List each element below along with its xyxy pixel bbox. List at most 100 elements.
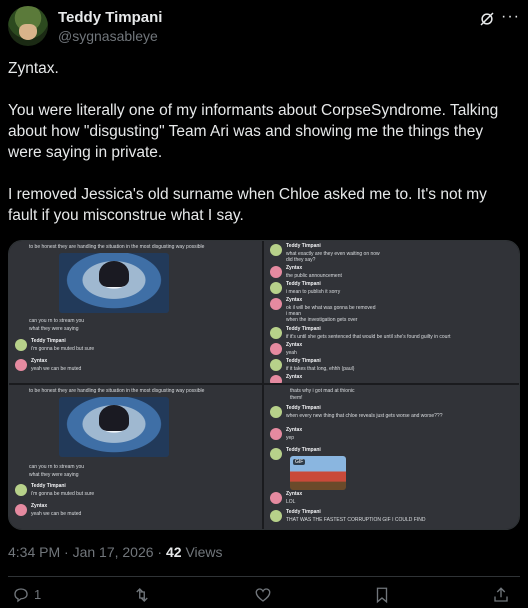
- username: Teddy Timpani: [286, 358, 321, 364]
- avatar: [270, 448, 282, 460]
- screenshot-2[interactable]: Teddy Timpani what exactly are they even…: [264, 241, 519, 383]
- message-text: i'm gonna be muted but sure: [31, 346, 95, 352]
- avatar: [270, 282, 282, 294]
- gif-image: GIF: [290, 456, 346, 490]
- message: Teddy Timpani when every new thing that …: [270, 405, 510, 427]
- author-handle[interactable]: @sygnasableye: [58, 28, 158, 44]
- embedded-image: [59, 397, 169, 457]
- reply-button[interactable]: 1: [12, 586, 41, 608]
- username: Zyntax: [31, 503, 48, 509]
- share-button[interactable]: [492, 586, 510, 608]
- message-text: to be honest they are handling the situa…: [29, 388, 205, 394]
- message-text: yeah we can be muted: [31, 511, 82, 517]
- avatar: [270, 428, 282, 440]
- message-text: to be honest they are handling the situa…: [29, 244, 205, 250]
- avatar: [270, 298, 282, 310]
- avatar: [15, 339, 27, 351]
- username: Zyntax: [286, 342, 303, 348]
- avatar[interactable]: [8, 6, 48, 46]
- message: Teddy Timpani i'm gonna be muted but sur…: [15, 338, 255, 360]
- message-text: can you rn to stream you: [29, 318, 85, 324]
- message-text: what they were saying: [29, 472, 79, 478]
- message-text: what they were saying: [29, 326, 79, 332]
- divider: [8, 576, 520, 577]
- avatar: [270, 510, 282, 522]
- avatar: [15, 484, 27, 496]
- tweet-meta: 4:34 PM · Jan 17, 2026 · 42 Views: [8, 544, 223, 560]
- heart-icon: [254, 588, 272, 608]
- media-grid[interactable]: to be honest they are handling the situa…: [8, 240, 520, 530]
- username: Teddy Timpani: [286, 243, 321, 249]
- share-icon: [492, 587, 510, 608]
- username: Teddy Timpani: [286, 281, 321, 287]
- repost-button[interactable]: [132, 586, 152, 608]
- message-text: when the investigation gets over: [286, 317, 358, 323]
- username: Zyntax: [286, 491, 303, 497]
- screenshot-1[interactable]: to be honest they are handling the situa…: [9, 241, 262, 383]
- username: Teddy Timpani: [286, 509, 321, 515]
- message-text: when every new thing that chloe reveals …: [286, 413, 443, 419]
- username: Teddy Timpani: [31, 338, 66, 344]
- message: Teddy Timpani what exactly are they even…: [270, 243, 510, 265]
- avatar: [270, 375, 282, 383]
- username: Zyntax: [286, 297, 303, 303]
- message: Zyntax ok il will be what was gonna be r…: [270, 297, 510, 323]
- message-text: can you rn to stream you: [29, 464, 85, 470]
- views-label: Views: [181, 544, 223, 560]
- username: Zyntax: [286, 374, 303, 380]
- username: Teddy Timpani: [286, 447, 321, 453]
- avatar: [270, 327, 282, 339]
- tweet-text: Zyntax. You were literally one of my inf…: [8, 60, 499, 224]
- like-button[interactable]: [254, 586, 272, 608]
- avatar: [270, 266, 282, 278]
- reply-count: 1: [34, 587, 42, 602]
- bookmark-icon: [374, 587, 390, 608]
- more-icon[interactable]: ···: [501, 8, 520, 26]
- message: Teddy Timpani THAT WAS THE FASTEST CORRU…: [270, 509, 510, 529]
- avatar: [15, 359, 27, 371]
- timestamp[interactable]: 4:34 PM · Jan 17, 2026 ·: [8, 544, 166, 560]
- message: Zyntax yeah we can be muted: [15, 358, 255, 380]
- message-text: them!: [290, 395, 303, 401]
- avatar: [270, 244, 282, 256]
- avatar: [270, 492, 282, 504]
- message-text: did they say?: [286, 257, 316, 263]
- views-count: 42: [165, 544, 182, 560]
- message-text: yeah: [286, 350, 297, 356]
- reply-icon: [12, 588, 30, 608]
- avatar: [270, 406, 282, 418]
- message-text: if it's until she gets sentenced that wo…: [286, 334, 451, 340]
- repost-icon: [132, 588, 152, 608]
- message: Zyntax: [270, 374, 510, 383]
- message: Teddy Timpani i'm gonna be muted but sur…: [15, 483, 255, 505]
- username: Teddy Timpani: [31, 483, 66, 489]
- message-text: i mean to publish it sorry: [286, 289, 341, 295]
- message-text: THAT WAS THE FASTEST CORRUPTION GIF I CO…: [286, 517, 426, 523]
- author-name[interactable]: Teddy Timpani: [58, 9, 162, 26]
- username: Teddy Timpani: [286, 405, 321, 411]
- message-text: yep: [286, 435, 295, 441]
- embedded-image: [59, 253, 169, 313]
- username: Zyntax: [31, 358, 48, 364]
- username: Zyntax: [286, 427, 303, 433]
- grok-icon[interactable]: [478, 10, 496, 28]
- message-text: LOL: [286, 499, 296, 505]
- message-text: yeah we can be muted: [31, 366, 82, 372]
- message-text: i'm gonna be muted but sure: [31, 491, 95, 497]
- tweet-header: Teddy Timpani @sygnasableye ···: [8, 6, 520, 46]
- username: Teddy Timpani: [286, 326, 321, 332]
- message-text: if it takes that long, ehhh (paul): [286, 366, 355, 372]
- message: Zyntax yep: [270, 427, 510, 449]
- screenshot-3[interactable]: to be honest they are handling the situa…: [9, 385, 262, 529]
- action-bar: 1: [8, 586, 520, 606]
- avatar: [270, 359, 282, 371]
- message: Zyntax yeah we can be muted: [15, 503, 255, 525]
- screenshot-4[interactable]: thats why i got mad at thionic them! Ted…: [264, 385, 519, 529]
- message-text: the public announcement: [286, 273, 342, 279]
- avatar: [270, 343, 282, 355]
- message-text: thats why i got mad at thionic: [290, 388, 355, 394]
- bookmark-button[interactable]: [374, 586, 390, 608]
- avatar: [15, 504, 27, 516]
- gif-label: GIF: [293, 459, 306, 465]
- username: Zyntax: [286, 265, 303, 271]
